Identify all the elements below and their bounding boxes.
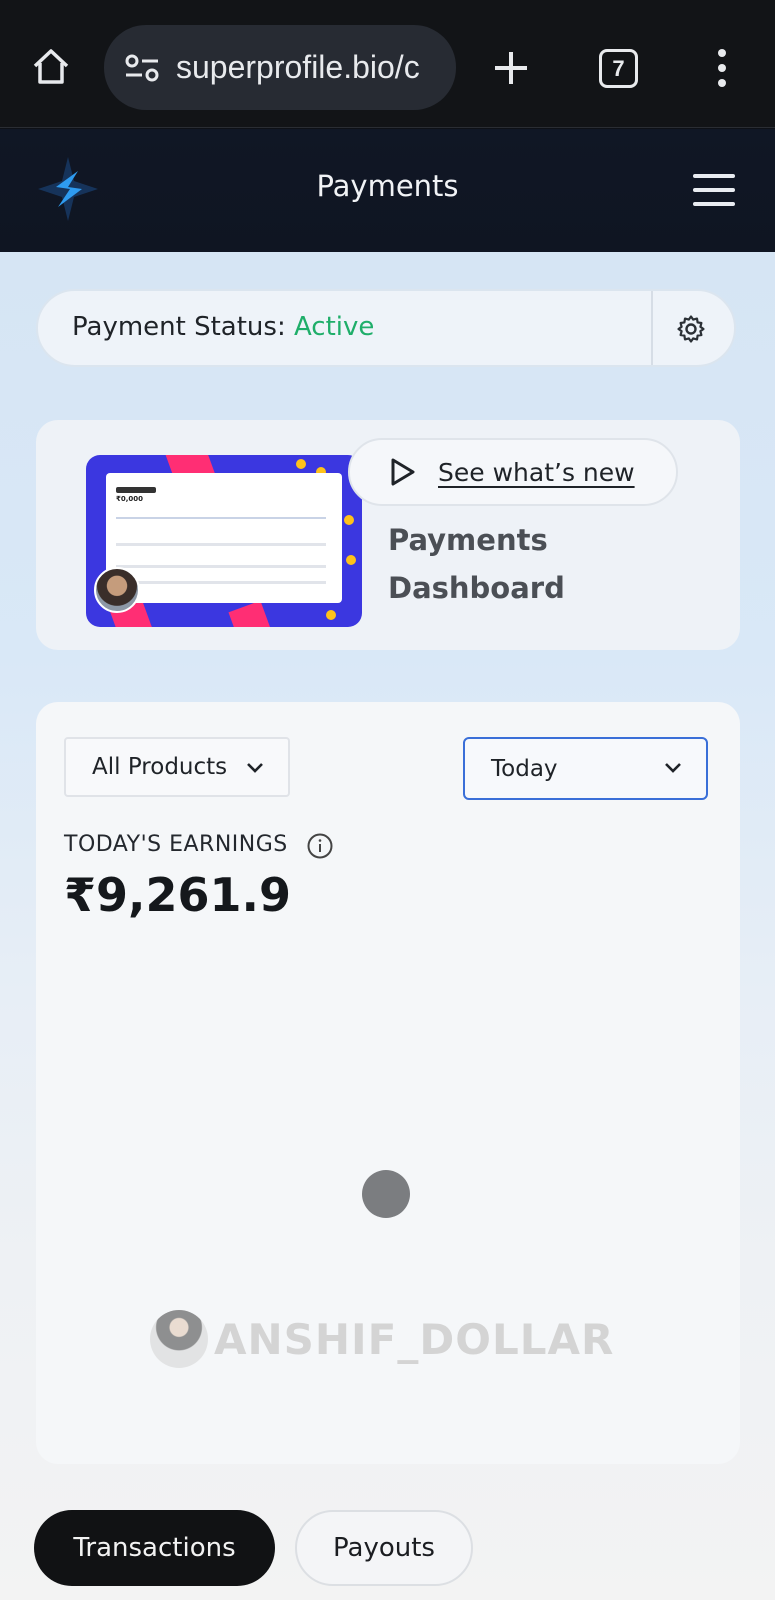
date-range-dropdown[interactable]: Today <box>463 737 708 800</box>
address-bar[interactable]: superprofile.bio/c <box>104 25 456 110</box>
tab-switcher-button[interactable]: 7 <box>599 49 638 88</box>
payment-status-label: Payment Status: <box>72 312 286 342</box>
tab-transactions[interactable]: Transactions <box>34 1510 275 1586</box>
chevron-down-icon <box>244 757 266 779</box>
gear-icon[interactable] <box>671 309 711 349</box>
kebab-menu-icon[interactable] <box>706 45 738 91</box>
watermark-avatar <box>150 1310 208 1368</box>
earnings-label: TODAY'S EARNINGS <box>64 832 288 857</box>
payment-status-bar: Payment Status: Active <box>36 289 736 367</box>
plus-icon[interactable] <box>488 45 534 91</box>
preview-screen: ₹0,000 <box>106 473 342 603</box>
tab-payouts[interactable]: Payouts <box>295 1510 473 1586</box>
divider <box>651 291 653 365</box>
hamburger-icon[interactable] <box>693 174 735 206</box>
promo-title-line2: Dashboard <box>388 571 565 605</box>
date-range-value: Today <box>491 755 558 782</box>
products-dropdown-value: All Products <box>92 754 228 780</box>
see-whats-new-label: See what’s new <box>438 457 635 487</box>
app-header: Payments <box>0 129 775 252</box>
dashboard-preview-thumbnail[interactable]: ₹0,000 <box>86 455 362 627</box>
promo-title-line1: Payments <box>388 523 548 557</box>
products-dropdown[interactable]: All Products <box>64 737 290 797</box>
loading-indicator <box>362 1170 410 1218</box>
browser-toolbar: superprofile.bio/c 7 <box>0 0 775 128</box>
url-text: superprofile.bio/c <box>176 49 420 85</box>
promo-title: Payments Dashboard <box>388 516 718 612</box>
payment-status-text: Payment Status: Active <box>72 312 374 342</box>
home-icon[interactable] <box>26 42 76 92</box>
play-icon <box>388 457 418 487</box>
info-icon[interactable] <box>306 832 334 860</box>
watermark-text: ANSHIF_DOLLAR <box>214 1314 615 1364</box>
preview-amount: ₹0,000 <box>116 495 144 503</box>
earnings-value: ₹9,261.9 <box>64 868 291 922</box>
whats-new-card: ₹0,000 See what’s new Payments Dashboard <box>36 420 740 650</box>
payment-status-value: Active <box>293 312 375 342</box>
watermark: ANSHIF_DOLLAR <box>150 1304 614 1374</box>
page-title: Payments <box>316 169 459 203</box>
tune-icon[interactable] <box>122 48 162 88</box>
chevron-down-icon <box>662 757 684 779</box>
avatar <box>94 567 140 613</box>
main-content: Payment Status: Active ₹0,000 See what’s… <box>0 252 775 1600</box>
see-whats-new-button[interactable]: See what’s new <box>348 438 678 506</box>
